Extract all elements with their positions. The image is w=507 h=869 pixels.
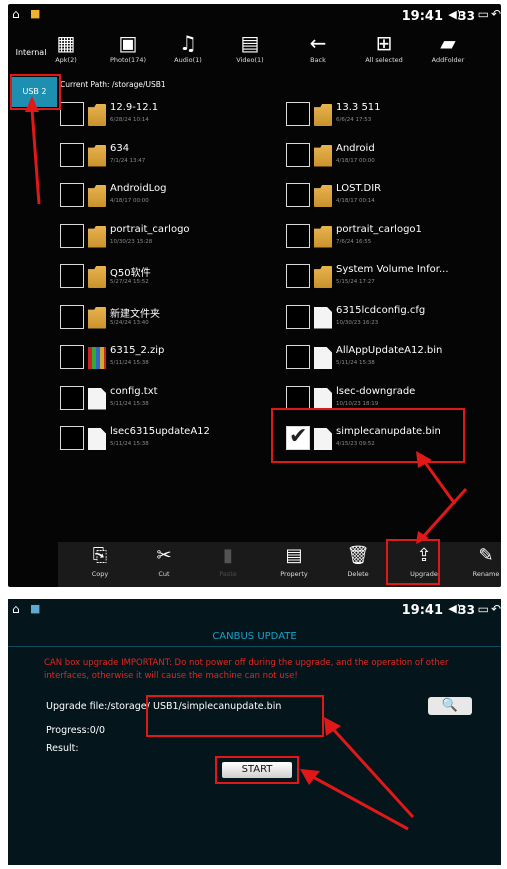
annotation-arrows xyxy=(25,96,468,544)
canbus-update-screen: ⌂ ■ 19:41 ◀) 33 ▭ ↶ CANBUS UPDATE CAN bo… xyxy=(8,599,501,865)
file-manager-screen: ⌂ ■ 19:41 ◀) 33 ▭ ↶ Internal ▦ Apk(2) ▣ Pho… xyxy=(8,4,501,587)
annotation-arrows xyxy=(300,717,415,831)
